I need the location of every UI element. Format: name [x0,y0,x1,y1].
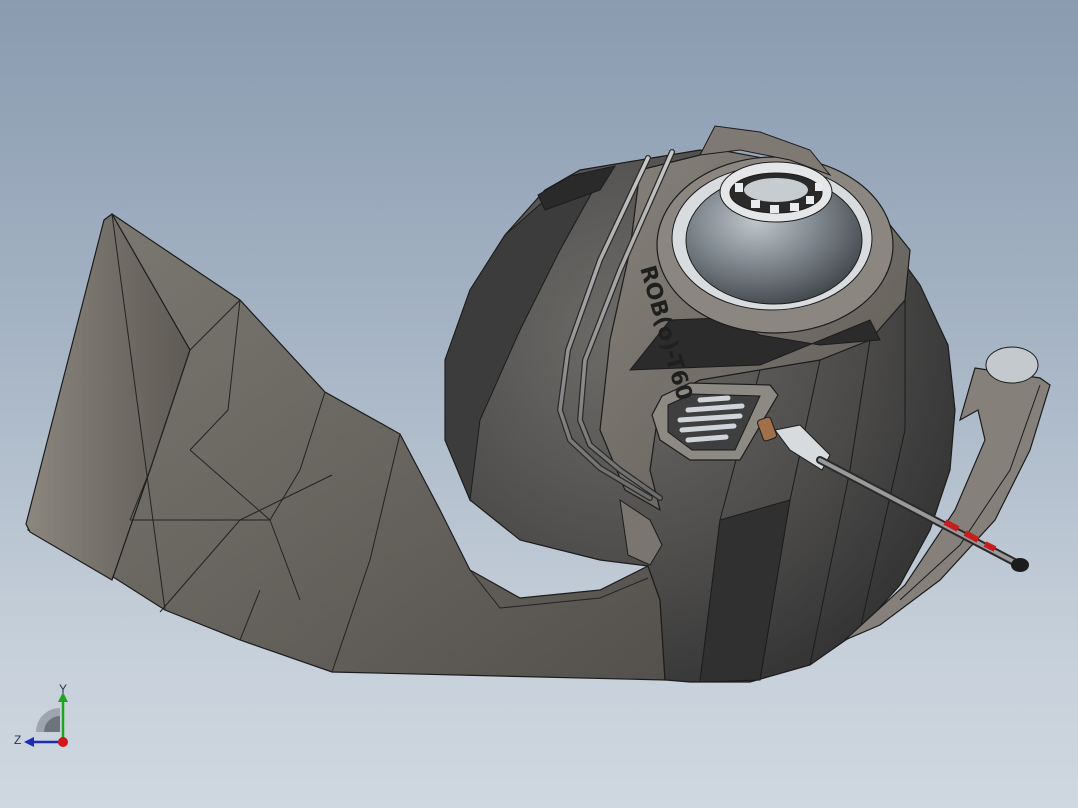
rib-sensor [985,346,1039,384]
triad-z-label: Z [14,733,21,747]
eye-light-fixture [719,161,833,223]
robot-head-model[interactable]: ROB(o)-T60 [0,0,1078,808]
graphics-viewport[interactable]: ROB(o)-T60 Y Z [0,0,1078,808]
x-axis-point [58,737,68,747]
z-axis-arrow [24,737,34,747]
triad-y-label: Y [59,684,67,696]
reference-triad[interactable]: Y Z [8,684,84,756]
